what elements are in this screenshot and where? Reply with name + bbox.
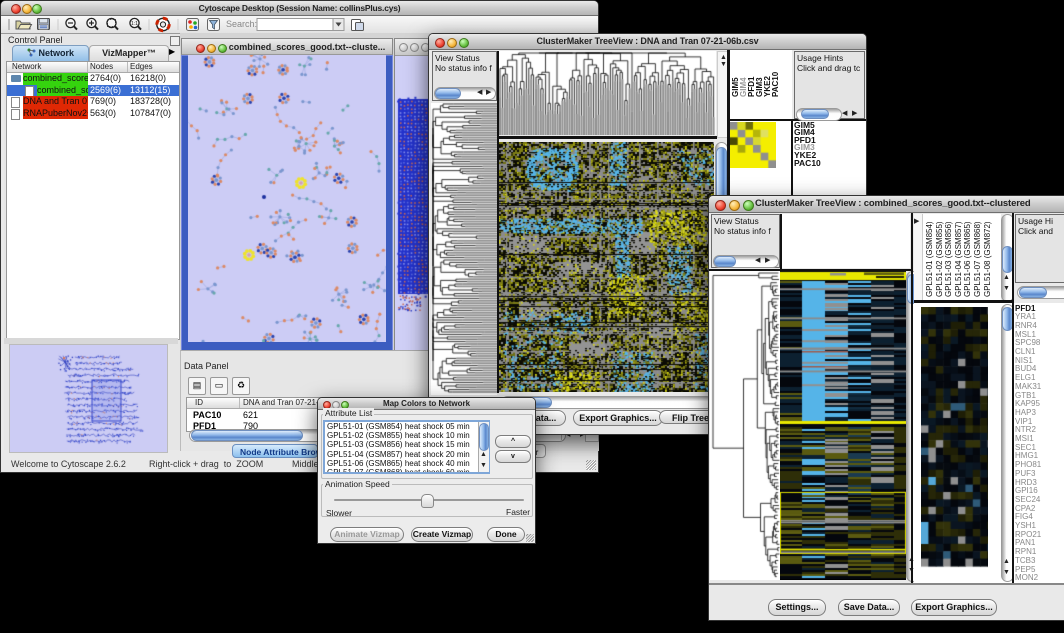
svg-text:1:1: 1:1 <box>131 21 138 27</box>
svg-text:Search:: Search: <box>226 19 257 29</box>
